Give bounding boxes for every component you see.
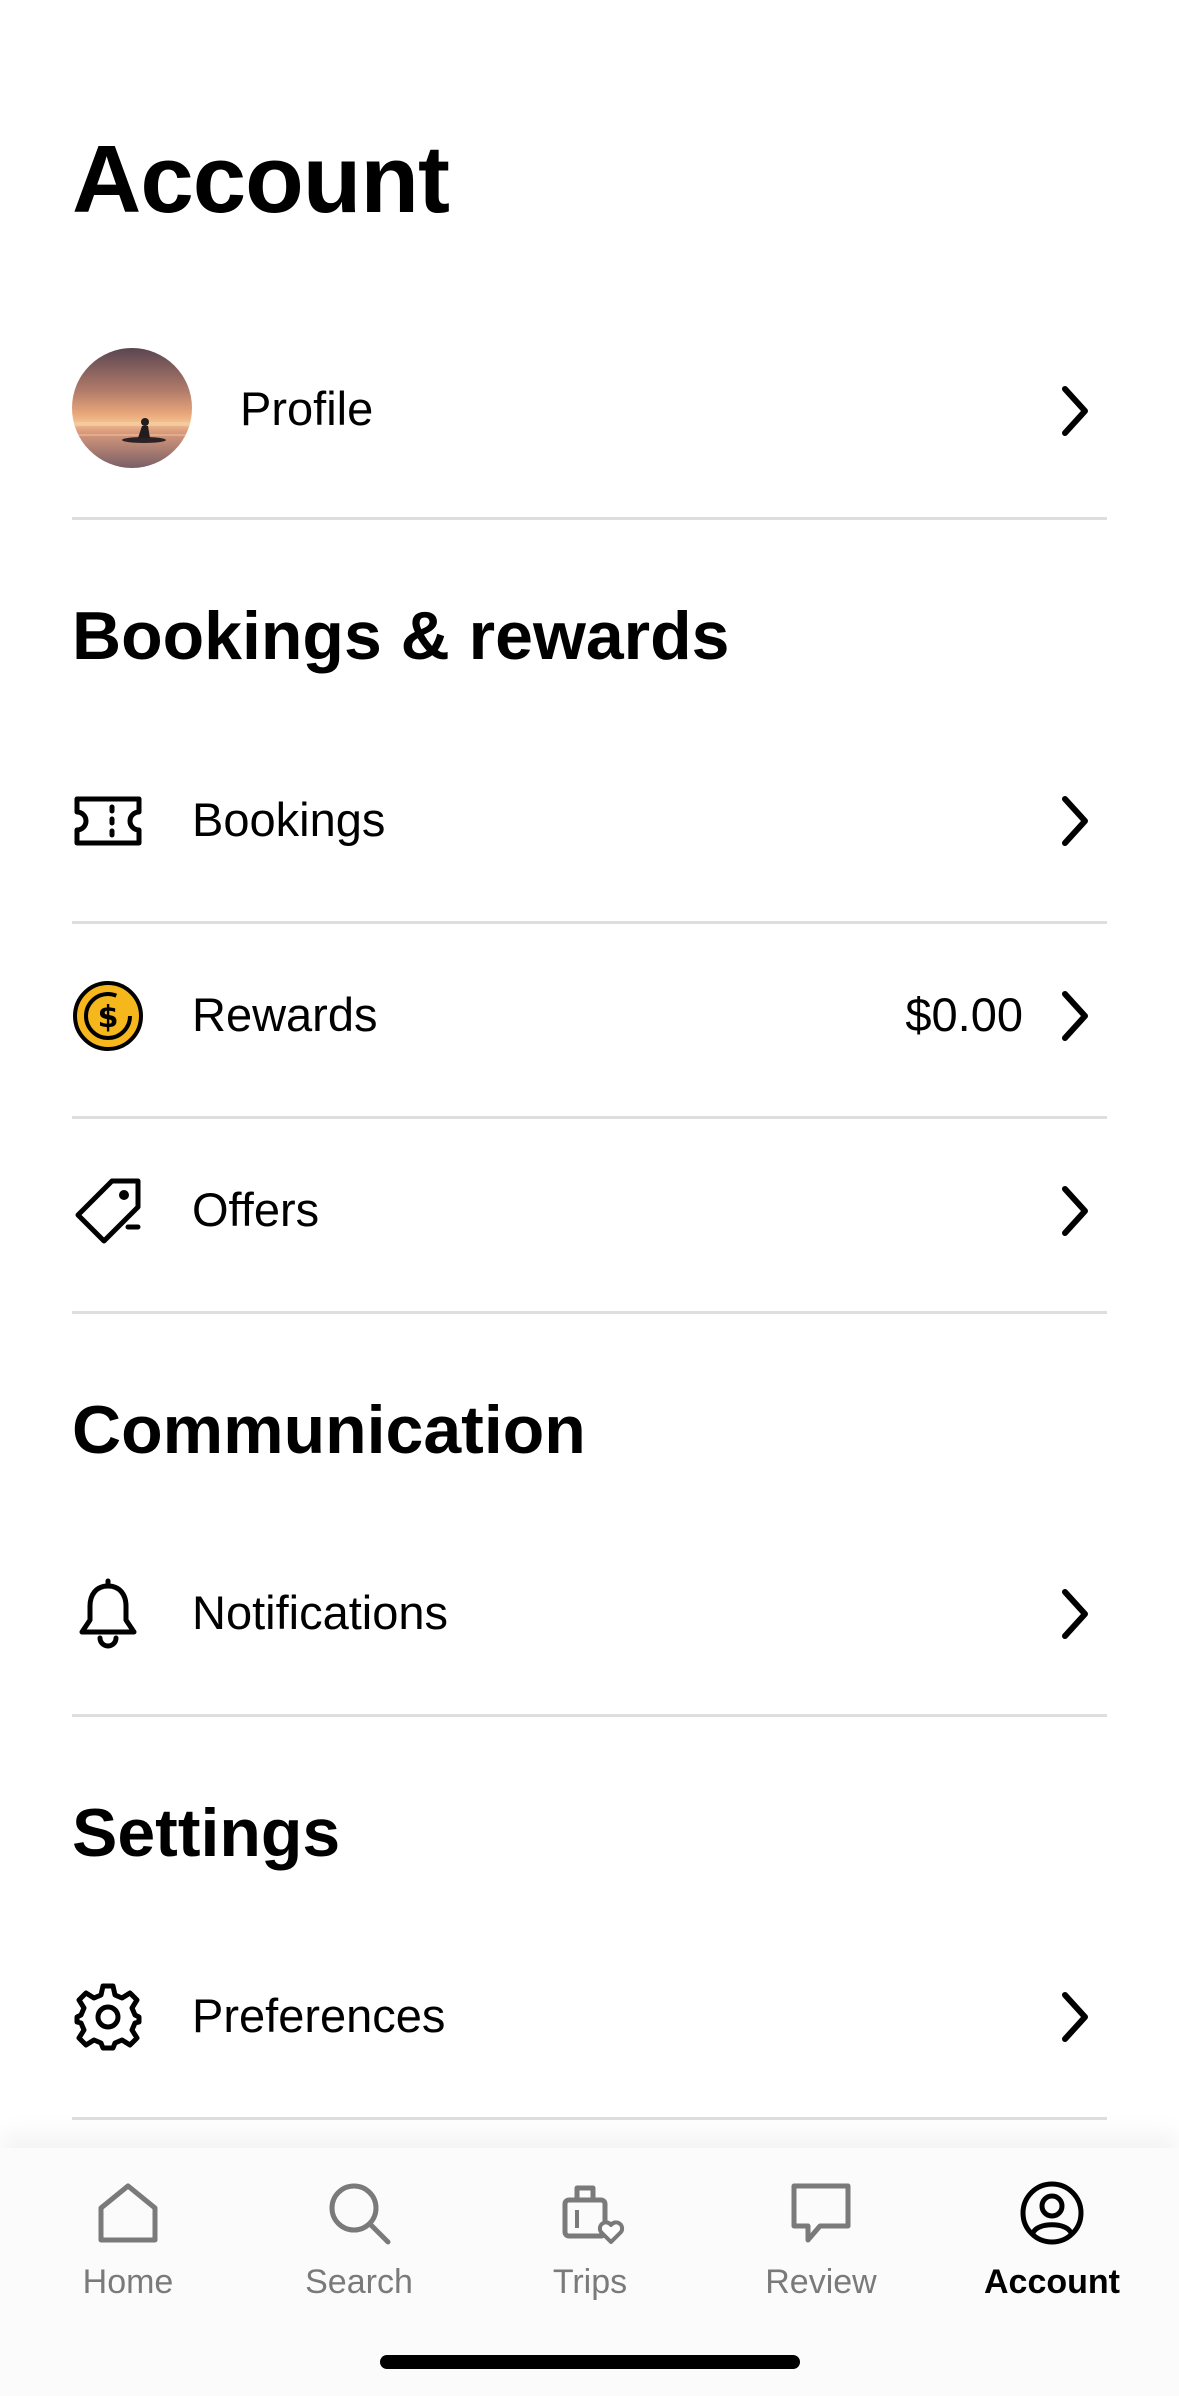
section-heading-settings: Settings <box>72 1795 341 1871</box>
profile-label: Profile <box>240 382 374 435</box>
chevron-right-icon <box>1057 793 1093 849</box>
dollar-coin-icon: $ <box>72 980 144 1052</box>
tab-label: Trips <box>552 2263 628 2301</box>
tab-review[interactable]: Review <box>703 2178 939 2328</box>
chevron-right-icon <box>1057 988 1093 1044</box>
tab-label: Search <box>305 2263 413 2301</box>
tab-search[interactable]: Search <box>241 2178 477 2328</box>
tab-label: Home <box>82 2263 174 2301</box>
menu-item-rewards[interactable]: $ Rewards $0.00 <box>72 924 1107 1119</box>
suitcase-heart-icon <box>555 2178 625 2248</box>
menu-item-label: Notifications <box>192 1586 448 1639</box>
chevron-right-icon <box>1057 1989 1093 2045</box>
menu-item-preferences[interactable]: Preferences <box>72 1925 1107 2120</box>
chevron-right-icon <box>1057 1586 1093 1642</box>
menu-item-label: Bookings <box>192 793 386 846</box>
menu-item-label: Rewards <box>192 988 378 1041</box>
tab-account[interactable]: Account <box>934 2178 1170 2328</box>
rewards-balance: $0.00 <box>905 988 1023 1041</box>
menu-item-bookings[interactable]: Bookings <box>72 729 1107 924</box>
speech-bubble-icon <box>786 2178 856 2248</box>
tab-trips[interactable]: Trips <box>472 2178 708 2328</box>
ticket-icon <box>72 785 144 857</box>
menu-item-notifications[interactable]: Notifications <box>72 1522 1107 1717</box>
section-heading-bookings-rewards: Bookings & rewards <box>72 598 730 674</box>
section-heading-communication: Communication <box>72 1392 586 1468</box>
tab-home[interactable]: Home <box>10 2178 246 2328</box>
tag-icon <box>72 1175 144 1247</box>
avatar <box>72 348 192 468</box>
home-icon <box>93 2178 163 2248</box>
menu-item-label: Offers <box>192 1183 320 1236</box>
chevron-right-icon <box>1057 383 1093 439</box>
chevron-right-icon <box>1057 1183 1093 1239</box>
menu-item-label: Preferences <box>192 1989 446 2042</box>
menu-item-offers[interactable]: Offers <box>72 1119 1107 1314</box>
tab-label: Review <box>765 2263 877 2301</box>
svg-text:$: $ <box>98 1000 119 1035</box>
gear-icon <box>72 1981 144 2053</box>
search-icon <box>324 2178 394 2248</box>
user-circle-icon <box>1017 2178 1087 2248</box>
bell-icon <box>72 1578 144 1650</box>
profile-row[interactable]: Profile <box>72 348 1107 520</box>
home-indicator <box>380 2355 800 2369</box>
page-title: Account <box>72 126 450 233</box>
tab-label: Account <box>984 2263 1120 2301</box>
